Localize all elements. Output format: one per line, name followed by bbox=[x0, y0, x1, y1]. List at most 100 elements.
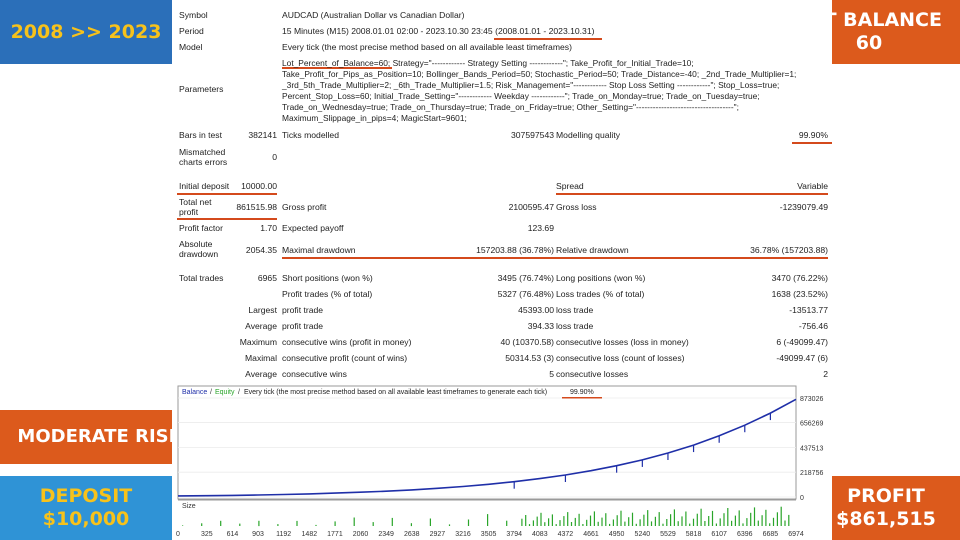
volume-bar bbox=[708, 516, 710, 526]
volume-bar bbox=[544, 522, 546, 526]
model-value: Every tick (the most precise method base… bbox=[282, 42, 572, 52]
chart-quality: 99.90% bbox=[570, 389, 594, 396]
volume-bar bbox=[673, 509, 675, 526]
avg-cons-losses-value: 2 bbox=[823, 369, 828, 379]
long-value: 3470 (76.22%) bbox=[771, 273, 828, 283]
gross-profit-label: Gross profit bbox=[282, 202, 327, 212]
symbol-value: AUDCAD (Australian Dollar vs Canadian Do… bbox=[282, 10, 465, 20]
volume-bar bbox=[654, 516, 656, 526]
x-tick-label: 1482 bbox=[302, 531, 318, 538]
volume-bar bbox=[628, 517, 630, 526]
volume-bar bbox=[719, 518, 721, 526]
volume-bar bbox=[582, 524, 584, 526]
volume-bar bbox=[467, 519, 470, 526]
volume-bar bbox=[548, 518, 550, 526]
profit-factor-value: 1.70 bbox=[260, 223, 277, 233]
volume-bar bbox=[761, 515, 763, 526]
x-tick-label: 4661 bbox=[583, 531, 599, 538]
volume-bar bbox=[315, 524, 317, 526]
volume-bar bbox=[742, 523, 744, 526]
volume-bar bbox=[525, 515, 527, 526]
mismatched-value: 0 bbox=[272, 152, 277, 162]
volume-bar bbox=[372, 522, 374, 526]
rel-dd-label: Relative drawdown bbox=[556, 245, 629, 255]
avg-cons-wins-label: consecutive wins bbox=[282, 369, 347, 379]
ticks-label: Ticks modelled bbox=[282, 130, 339, 140]
bars-label: Bars in test bbox=[179, 130, 222, 140]
max-cons-wins-value: 40 (10370.58) bbox=[500, 337, 554, 347]
initial-deposit-label: Initial deposit bbox=[179, 181, 230, 191]
average2-label: Average bbox=[245, 369, 277, 379]
max-cons-losses-label: consecutive losses (loss in money) bbox=[556, 337, 689, 347]
volume-bar bbox=[723, 513, 725, 526]
x-tick-label: 6107 bbox=[711, 531, 727, 538]
largest-label: Largest bbox=[248, 305, 277, 315]
x-tick-label: 5818 bbox=[686, 531, 702, 538]
balance-chart: Balance / Equity / Every tick (the most … bbox=[172, 384, 832, 540]
spread-label: Spread bbox=[556, 181, 584, 191]
total-trades-label: Total trades bbox=[179, 273, 224, 283]
legend-separator-2: / bbox=[238, 389, 240, 396]
volume-bar bbox=[277, 524, 279, 526]
volume-bar bbox=[670, 514, 672, 526]
volume-bar bbox=[601, 517, 603, 527]
volume-bar bbox=[711, 510, 714, 526]
average-profit-value: 394.33 bbox=[527, 321, 554, 331]
volume-bar bbox=[429, 518, 431, 526]
y-tick-label: 218756 bbox=[800, 470, 823, 477]
y-tick-label: 873026 bbox=[800, 396, 823, 403]
volume-bar bbox=[631, 512, 634, 526]
period-label: Period bbox=[179, 26, 204, 36]
volume-bar bbox=[532, 520, 534, 526]
legend-separator-1: / bbox=[210, 389, 212, 396]
net-profit-value: 861515.98 bbox=[236, 202, 277, 212]
profit-trades-label: Profit trades (% of total) bbox=[282, 289, 373, 299]
volume-bar bbox=[536, 516, 538, 526]
absolute-dd-value: 2054.35 bbox=[245, 245, 277, 255]
period-underline bbox=[494, 38, 602, 40]
largest-loss-value: -13513.77 bbox=[789, 305, 828, 315]
volume-bar bbox=[410, 523, 412, 527]
volume-bar bbox=[528, 524, 531, 526]
net-profit-label-2: profit bbox=[179, 207, 199, 217]
maximal-loss-label: consecutive loss (count of losses) bbox=[556, 353, 685, 363]
volume-bar bbox=[487, 514, 489, 526]
loss-trades-value: 1638 (23.52%) bbox=[771, 289, 828, 299]
volume-bar bbox=[696, 513, 698, 526]
maximum-label: Maximum bbox=[239, 337, 277, 347]
volume-bar bbox=[567, 512, 569, 526]
volume-bar bbox=[750, 512, 752, 526]
deposit-badge: DEPOSIT $10,000 bbox=[0, 476, 172, 540]
deposit-line1: DEPOSIT bbox=[39, 485, 133, 508]
parameters-label: Parameters bbox=[179, 84, 224, 94]
volume-bar bbox=[334, 521, 336, 526]
total-trades-value: 6965 bbox=[257, 273, 277, 283]
largest-loss-label: loss trade bbox=[556, 305, 594, 315]
x-tick-label: 5240 bbox=[635, 531, 651, 538]
x-tick-label: 4372 bbox=[558, 531, 574, 538]
volume-bar bbox=[609, 523, 611, 526]
quality-underline bbox=[792, 142, 832, 144]
volume-bar bbox=[776, 512, 778, 526]
volume-bar bbox=[555, 524, 557, 526]
max-cons-losses-value: 6 (-49099.47) bbox=[776, 337, 828, 347]
volume-bar bbox=[700, 508, 702, 526]
quality-value: 99.90% bbox=[798, 130, 828, 140]
volume-bar bbox=[647, 510, 649, 526]
volume-bar bbox=[616, 515, 618, 526]
volume-bar bbox=[586, 519, 588, 526]
profit-line1: PROFIT bbox=[847, 485, 925, 508]
volume-bar bbox=[662, 523, 664, 526]
y-tick-label: 656269 bbox=[800, 421, 823, 428]
x-tick-label: 6974 bbox=[788, 531, 804, 538]
y-tick-label: 437513 bbox=[800, 445, 823, 452]
volume-bar bbox=[658, 512, 660, 526]
max-dd-label: Maximal drawdown bbox=[282, 245, 356, 255]
volume-bar bbox=[620, 510, 622, 526]
x-tick-label: 2638 bbox=[404, 531, 420, 538]
volume-bar bbox=[650, 521, 653, 526]
volume-bar bbox=[635, 523, 637, 526]
largest-profit-value: 45393.00 bbox=[518, 305, 554, 315]
expected-payoff-label: Expected payoff bbox=[282, 223, 344, 233]
net-profit-underline bbox=[177, 218, 277, 220]
